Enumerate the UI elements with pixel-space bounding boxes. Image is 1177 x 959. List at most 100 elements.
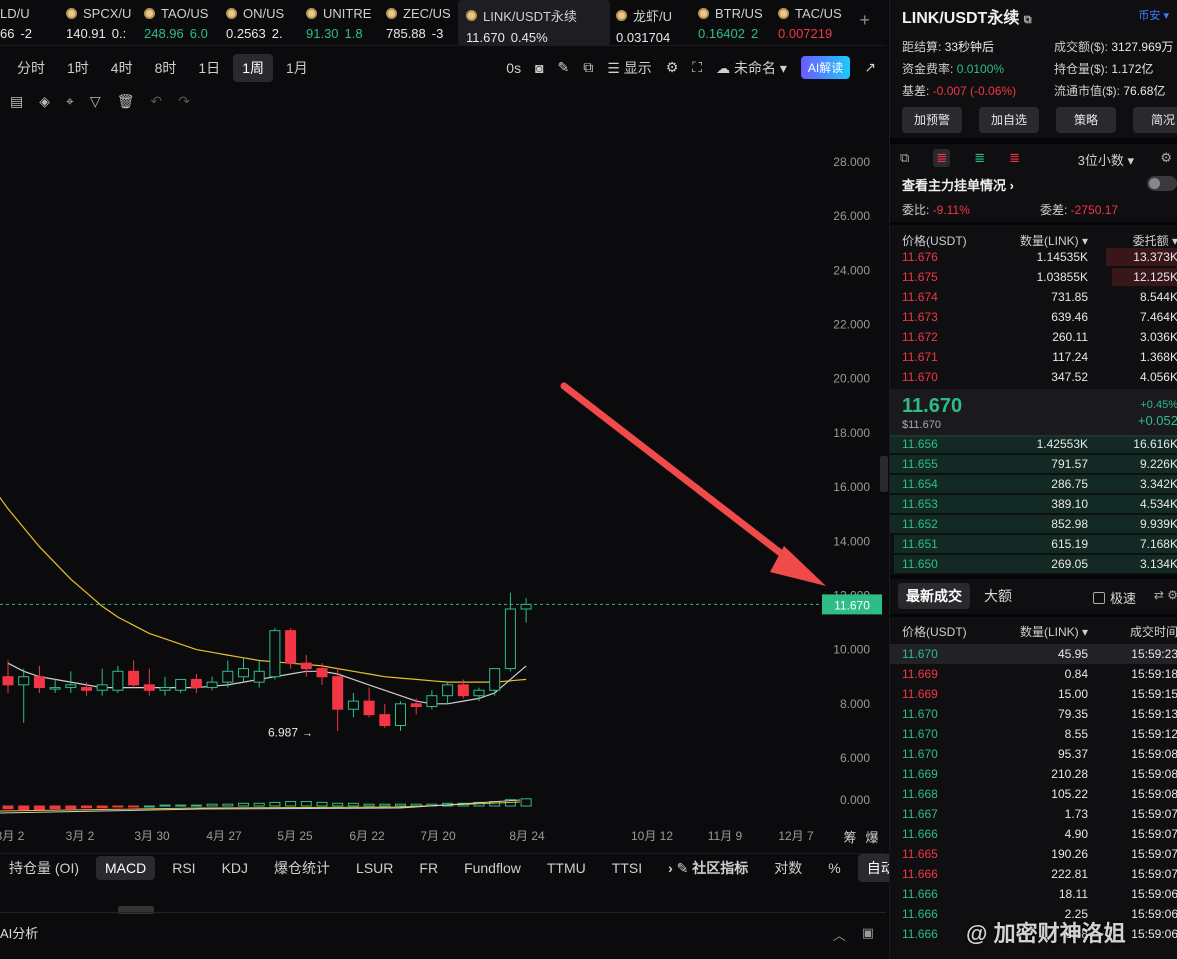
orderbook-row[interactable]: 11.651 615.19 7.168K [890,534,1177,554]
expand-icon[interactable]: ▣ [862,925,874,944]
orderbook-bids-icon[interactable]: ≣ [974,150,985,166]
orderbook-row[interactable]: 11.671 117.24 1.368K [890,347,1177,367]
orderbook-row[interactable]: 11.650 269.05 3.134K [890,554,1177,574]
timeframe-tab[interactable]: 1日 [189,54,229,82]
trade-tab[interactable]: 最新成交 [898,583,970,609]
orderbook-row[interactable]: 11.670 347.52 4.056K [890,367,1177,387]
camera-icon[interactable]: ◙ [535,60,543,76]
ticker-item[interactable]: LINK/USDT永续 11.670 0.45% [458,0,610,46]
indicator-tab[interactable]: TTSI [603,856,651,880]
trash-icon[interactable]: 🗑 [117,93,135,110]
panel-action-button[interactable]: 加预警 [902,107,962,133]
indicator-tab[interactable]: › ✎ 社区指标 [659,854,757,882]
ticker-item[interactable]: TAC/US 0.007219 [772,0,852,46]
ai-analysis-bar[interactable]: AI分析 ︿ ▣ [0,912,886,952]
orderbook-row[interactable]: 11.655 791.57 9.226K [890,454,1177,474]
x-tick-label: 3月 2 [66,829,95,843]
indicator-tab[interactable]: FR [410,856,447,880]
panel-action-button[interactable]: 加自选 [979,107,1039,133]
chart-canvas[interactable]: 28.000 26.000 24.000 22.000 20.000 18.000 16.0… [0,118,886,853]
orderbook-row[interactable]: 11.673 639.46 7.464K [890,307,1177,327]
chevron-up-icon[interactable]: ︿ [833,925,846,944]
decimals-select[interactable]: 3位小数 ▾ [1078,150,1134,169]
template-icon[interactable]: ▤ [10,93,23,110]
orderbook-row[interactable]: 11.656 1.42553K 16.616K [890,434,1177,454]
tag-icon[interactable]: ⌖ [66,93,74,110]
timeframe-tab[interactable]: 4时 [102,54,142,82]
chart-side-label[interactable]: 筹 [843,830,856,846]
orderbook-row[interactable]: 11.674 731.85 8.544K [890,287,1177,307]
ticker-item[interactable]: UNITRE 91.30 1.8 [300,0,380,46]
layout-label: 未命名 [734,59,776,76]
candle-body [81,687,92,691]
pencil-icon[interactable]: ✎ [558,59,570,76]
indicator-tab[interactable]: 对数 [765,854,811,882]
timeframe-tab[interactable]: 1月 [277,54,317,82]
indicator-tab[interactable]: MACD [96,855,156,880]
magnet-icon[interactable]: ◈ [39,93,50,110]
trade-tab[interactable]: 大额 [976,583,1020,609]
indicator-tab[interactable]: TTMU [538,856,595,880]
indicator-tab[interactable]: KDJ [213,856,257,880]
orderbook-asks-icon[interactable]: ≣ [1009,150,1020,166]
ticker-item[interactable]: BTR/US 0.16402 2 [692,0,772,46]
timeframe-tab[interactable]: 1时 [58,54,98,82]
orderbook-popout-icon[interactable]: ⧉ [900,150,909,166]
share-icon[interactable]: ↗ [864,59,876,76]
indicator-tab[interactable]: 爆仓统计 [265,854,339,882]
orderbook-row[interactable]: 11.672 260.11 3.036K [890,327,1177,347]
y-tick-label: 28.000 [833,155,870,169]
add-ticker-icon[interactable]: + [859,10,870,31]
orderbook-row[interactable]: 11.675 1.03855K 12.125K [890,267,1177,287]
ai-interpret-button[interactable]: AI解读 [800,56,851,79]
redo-icon[interactable]: ↷ [178,93,190,110]
ticker-item[interactable]: ON/US 0.2563 2. [220,0,300,46]
exchange-tag[interactable]: 币安 ▾ [1138,7,1169,23]
popout-icon[interactable]: ⧉ [583,59,593,76]
orderbook-row[interactable]: 11.652 852.98 9.939K [890,514,1177,534]
settings-icon[interactable]: ⚙ [666,59,679,76]
indicator-tab[interactable]: RSI [163,856,204,880]
orderbook-both-icon[interactable]: ≣ [933,149,951,167]
indicator-tab[interactable]: Fundflow [455,856,530,880]
chart-side-label[interactable]: 爆 [865,831,878,846]
panel-action-button[interactable]: 策略 [1056,107,1116,133]
layout-select[interactable]: ☁ 未命名 ▾ [716,58,787,78]
timeframe-tab[interactable]: 1周 [233,54,273,82]
indicator-tab[interactable]: % [819,856,849,880]
orderbook-settings-icon[interactable]: ⚙ [1160,150,1172,166]
candle-body [253,670,265,683]
panel-action-button[interactable]: 简况 [1133,107,1177,133]
timeframe-tab[interactable]: 分时 [8,54,54,82]
timeframe-tab[interactable]: 8时 [146,54,186,82]
price-chart[interactable]: 28.000 26.000 24.000 22.000 20.000 18.000 16.0… [0,118,886,853]
divider [890,575,1177,579]
filter-icon[interactable]: ▽ [90,93,101,110]
undo-icon[interactable]: ↶ [150,93,162,110]
main-orders-toggle[interactable] [1147,176,1177,191]
candle-body [190,678,202,689]
fast-mode-checkbox[interactable]: 极速 [1092,588,1136,607]
orderbook-row[interactable]: 11.653 389.10 4.534K [890,494,1177,514]
ticker-item[interactable]: 龙虾/U 0.031704 [610,0,692,46]
ticker-item[interactable]: LD/U 66 -2 [0,0,60,46]
ai-analysis-label: AI分析 [0,926,39,941]
trade-qty: 1.73 [1064,807,1088,821]
orderbook-row[interactable]: 11.654 286.75 3.342K [890,474,1177,494]
copy-icon[interactable]: ⧉ [1024,14,1032,26]
ticker-price: 11.670 [466,30,505,45]
ticker-item[interactable]: TAO/US 248.96 6.0 [138,0,220,46]
indicator-tab[interactable]: LSUR [347,856,402,880]
indicator-tab[interactable]: 持仓量 (OI) [0,854,88,882]
ob-qty: 117.24 [1052,350,1088,364]
panel-collapse-handle[interactable] [880,456,888,492]
orderbook-row[interactable]: 11.676 1.14535K 13.373K [890,247,1177,267]
fullscreen-icon[interactable]: ⛶ [692,59,702,76]
candle-body [269,630,281,678]
ticker-item[interactable]: SPCX/U 140.91 0.: [60,0,138,46]
tr-qty-header[interactable]: 数量(LINK) ▾ [992,623,1088,640]
main-orders-link[interactable]: 查看主力挂单情况 › [902,175,1014,194]
trade-settings-icon[interactable]: ⇄ ⚙ [1154,588,1177,602]
display-button[interactable]: ☰ 显示 [607,58,651,78]
ticker-item[interactable]: ZEC/US 785.88 -3 [380,0,458,46]
